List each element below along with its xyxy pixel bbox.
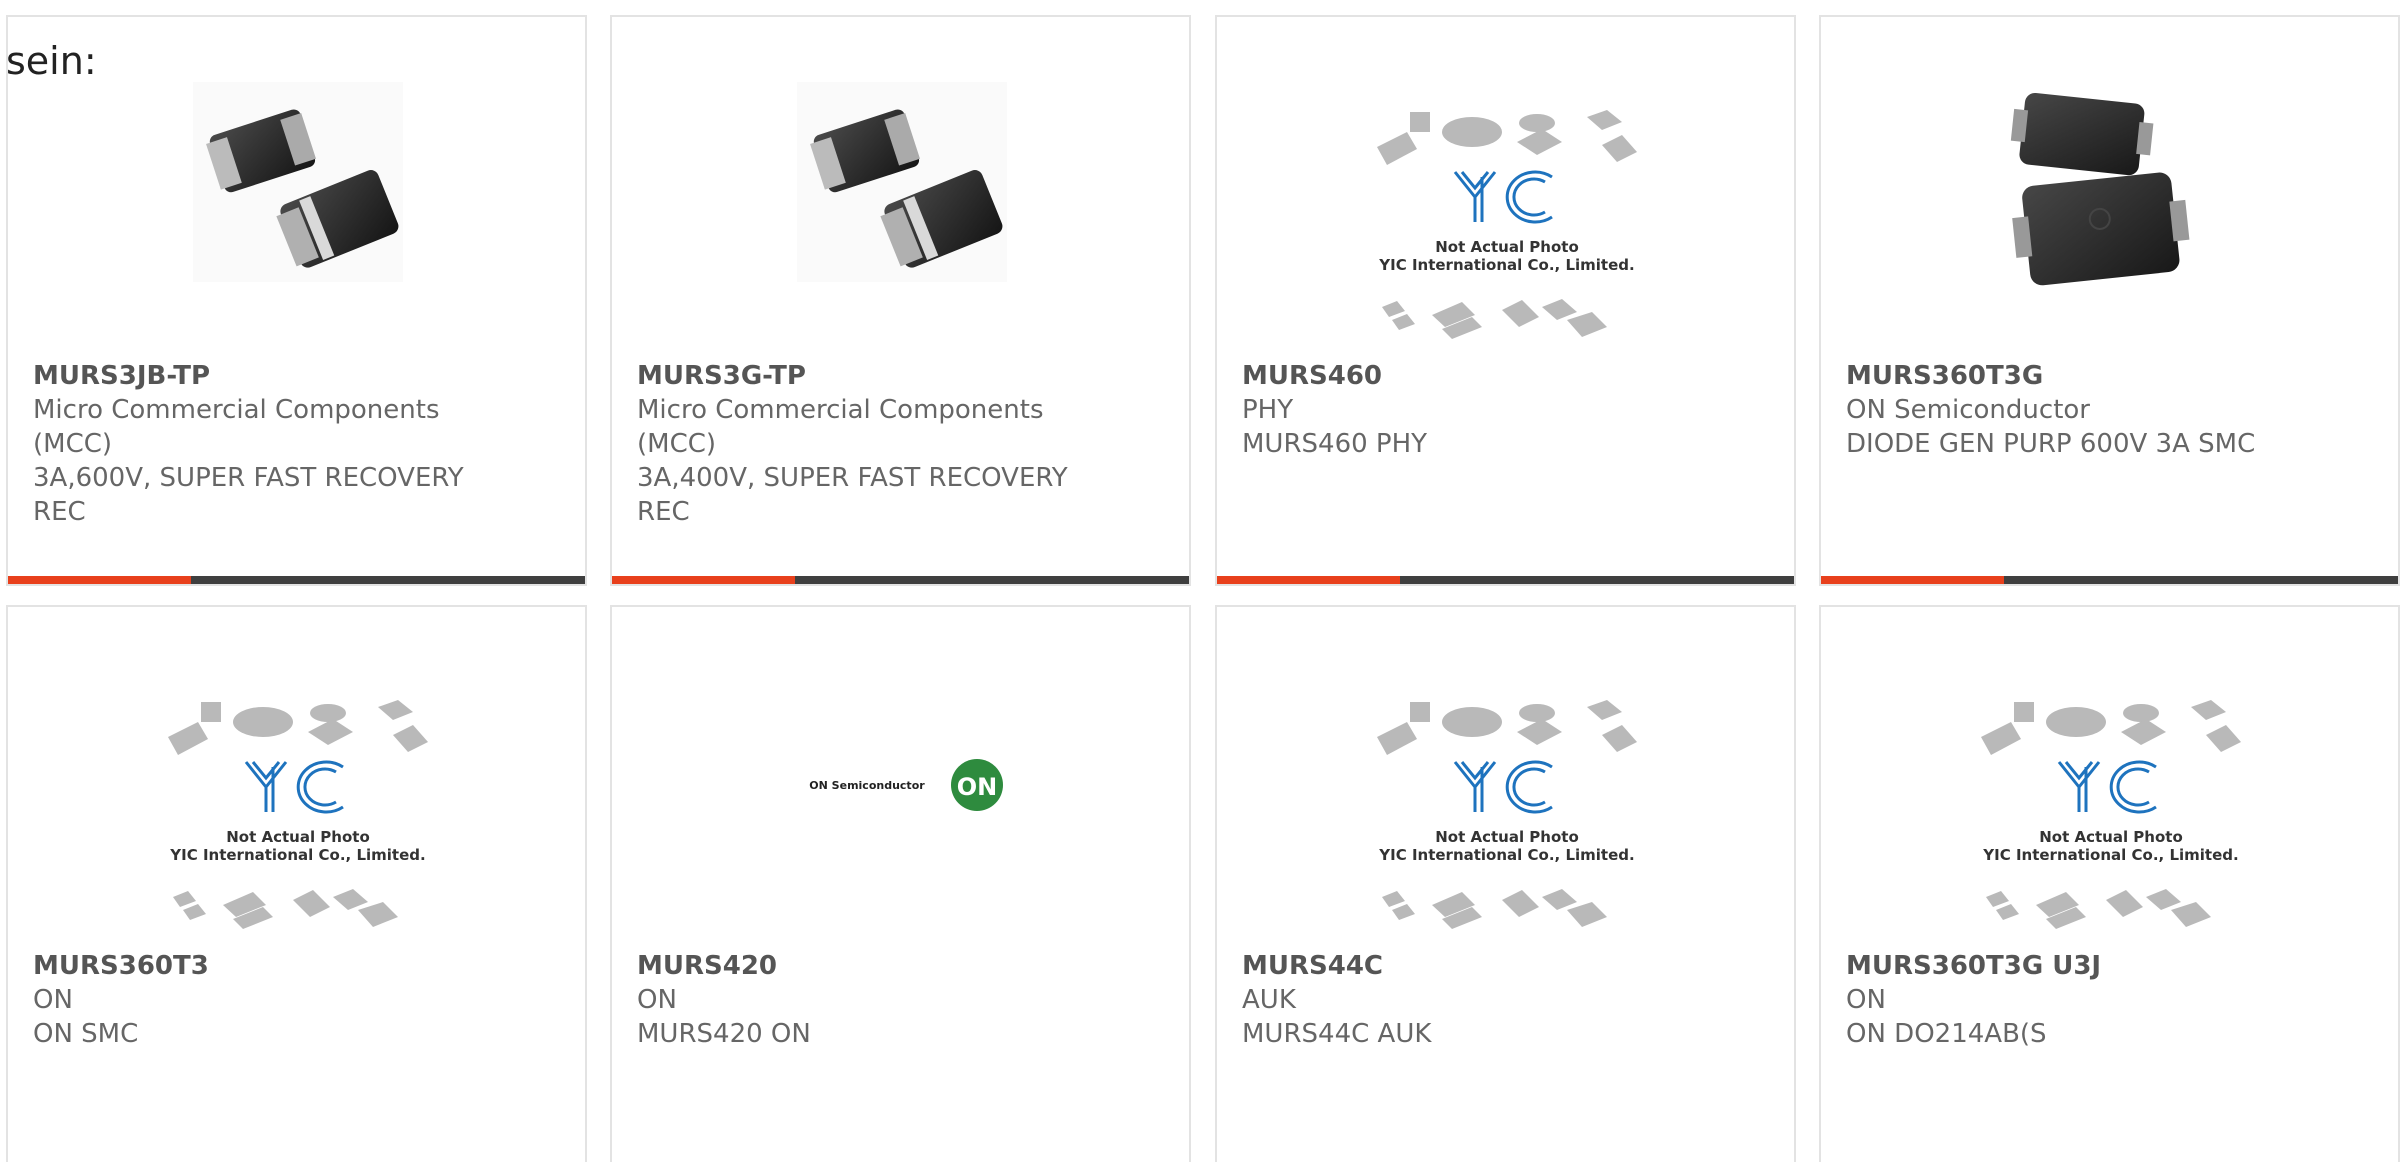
manufacturer: ON [1846, 985, 1886, 1015]
product-card[interactable]: MURS3G-TP Micro Commercial Components (M… [610, 15, 1191, 586]
placeholder-line2: YIC International Co., Limited. [1378, 846, 1634, 864]
placeholder-line1: Not Actual Photo [2039, 828, 2183, 846]
part-number-link[interactable]: MURS360T3G U3J [1846, 949, 2316, 983]
card-bar-accent [612, 576, 795, 584]
card-bar-accent [1217, 576, 1400, 584]
product-card[interactable]: Not Actual Photo YIC International Co., … [1215, 605, 1796, 1162]
manufacturer: ON [33, 985, 73, 1015]
description: 3A,600V, SUPER FAST RECOVERY REC [33, 463, 464, 527]
placeholder-line1: Not Actual Photo [1435, 828, 1579, 846]
manufacturer: ON Semiconductor [1846, 395, 2090, 425]
product-info: MURS360T3G U3J ON ON DO214AB(S [1846, 949, 2316, 1051]
part-number-link[interactable]: MURS44C [1242, 949, 1712, 983]
part-number-link[interactable]: MURS360T3G [1846, 359, 2316, 393]
part-number-link[interactable]: MURS3G-TP [637, 359, 1107, 393]
product-info: MURS420 ON MURS420 ON [637, 949, 1107, 1051]
product-image[interactable]: Not Actual Photo YIC International Co., … [1217, 17, 1794, 367]
on-wordmark: ON Semiconductor [809, 779, 925, 792]
manufacturer: Micro Commercial Components (MCC) [637, 395, 1044, 459]
manufacturer: PHY [1242, 395, 1294, 425]
part-number-link[interactable]: MURS360T3 [33, 949, 503, 983]
lead-text: sein: [6, 39, 97, 83]
product-image[interactable] [612, 17, 1189, 367]
product-info: MURS44C AUK MURS44C AUK [1242, 949, 1712, 1051]
description: MURS44C AUK [1242, 1019, 1432, 1049]
product-image[interactable]: Not Actual Photo YIC International Co., … [8, 607, 585, 957]
product-image[interactable]: Not Actual Photo YIC International Co., … [1217, 607, 1794, 957]
product-card[interactable]: Not Actual Photo YIC International Co., … [6, 605, 587, 1162]
on-logo-mark: ON [957, 773, 998, 801]
card-bar-accent [8, 576, 191, 584]
placeholder-line2: YIC International Co., Limited. [169, 846, 425, 864]
placeholder-line1: Not Actual Photo [226, 828, 370, 846]
product-info: MURS3G-TP Micro Commercial Components (M… [637, 359, 1107, 529]
description: DIODE GEN PURP 600V 3A SMC [1846, 429, 2256, 459]
product-card[interactable]: Not Actual Photo YIC International Co., … [1215, 15, 1796, 586]
product-info: MURS360T3G ON Semiconductor DIODE GEN PU… [1846, 359, 2316, 461]
manufacturer: ON [637, 985, 677, 1015]
product-image[interactable]: Not Actual Photo YIC International Co., … [1821, 607, 2398, 957]
card-bar [1217, 576, 1794, 584]
part-number-link[interactable]: MURS460 [1242, 359, 1712, 393]
placeholder-line2: YIC International Co., Limited. [1982, 846, 2238, 864]
product-info: MURS460 PHY MURS460 PHY [1242, 359, 1712, 461]
placeholder-line1: Not Actual Photo [1435, 238, 1579, 256]
card-bar [612, 576, 1189, 584]
manufacturer: Micro Commercial Components (MCC) [33, 395, 440, 459]
product-card[interactable]: MURS3JB-TP Micro Commercial Components (… [6, 15, 587, 586]
placeholder-line2: YIC International Co., Limited. [1378, 256, 1634, 274]
part-number-link[interactable]: MURS3JB-TP [33, 359, 503, 393]
product-card[interactable]: Not Actual Photo YIC International Co., … [1819, 605, 2400, 1162]
description: MURS460 PHY [1242, 429, 1428, 459]
manufacturer: AUK [1242, 985, 1296, 1015]
product-image[interactable] [1821, 17, 2398, 367]
description: MURS420 ON [637, 1019, 811, 1049]
product-image[interactable]: ON Semiconductor ON [612, 607, 1189, 957]
description: 3A,400V, SUPER FAST RECOVERY REC [637, 463, 1068, 527]
description: ON SMC [33, 1019, 139, 1049]
product-info: MURS360T3 ON ON SMC [33, 949, 503, 1051]
description: ON DO214AB(S [1846, 1019, 2047, 1049]
product-card[interactable]: ON Semiconductor ON MURS420 ON MURS420 O… [610, 605, 1191, 1162]
card-bar [1821, 576, 2398, 584]
product-info: MURS3JB-TP Micro Commercial Components (… [33, 359, 503, 529]
card-bar [8, 576, 585, 584]
product-grid-page: sein: MURS3JB-TP Micro Commercial Compon… [0, 0, 2400, 1162]
card-bar-accent [1821, 576, 2004, 584]
product-card[interactable]: MURS360T3G ON Semiconductor DIODE GEN PU… [1819, 15, 2400, 586]
part-number-link[interactable]: MURS420 [637, 949, 1107, 983]
